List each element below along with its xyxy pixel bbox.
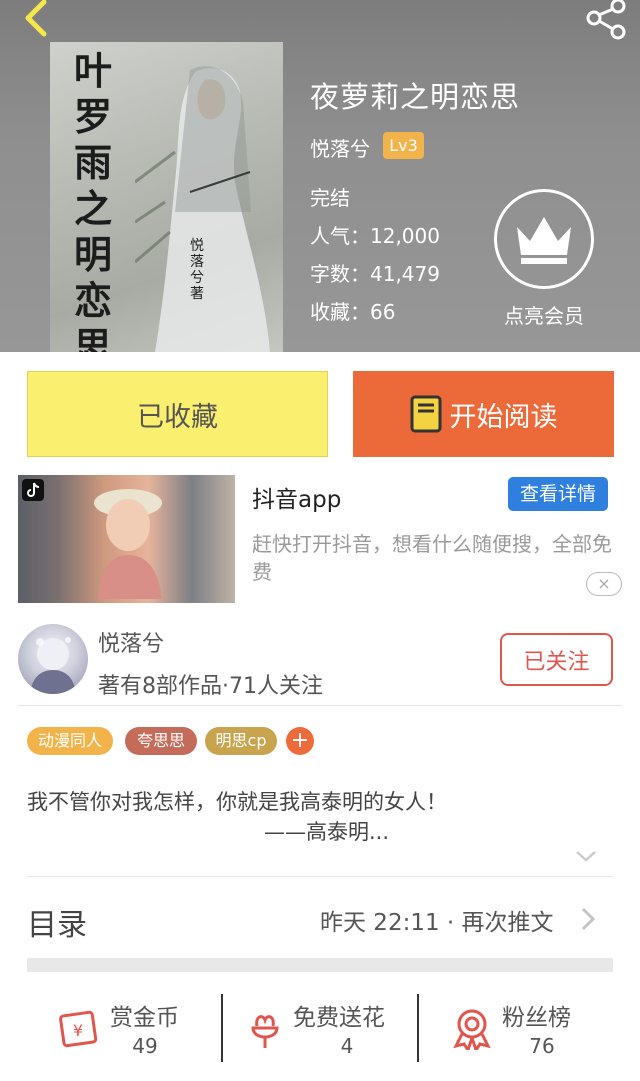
ad-person-illustration xyxy=(94,489,162,599)
medal-icon xyxy=(453,1009,491,1050)
fan-ranking-button[interactable]: 粉丝榜 76 xyxy=(450,994,620,1064)
tag-kuasisi[interactable]: 夸思思 xyxy=(125,727,197,755)
tag-mingsi-cp[interactable]: 明思cp xyxy=(205,727,277,755)
reward-coins-button[interactable]: ¥ 赏金币 49 xyxy=(56,994,206,1064)
add-tag-button[interactable]: + xyxy=(286,727,314,755)
author-card-stats: 著有8部作品·71人关注 xyxy=(98,674,323,699)
catalog-update[interactable]: 昨天 22:11 · 再次推文 xyxy=(320,903,554,937)
stat-value: 76 xyxy=(529,1034,555,1058)
book-cover[interactable]: 叶罗雨之明恋思 悦落兮著 xyxy=(50,42,283,352)
cover-title: 叶罗雨之明恋思 xyxy=(74,48,113,352)
book-word-count: 字数：41,479 xyxy=(310,262,440,286)
chevron-down-icon[interactable] xyxy=(574,848,598,864)
follow-label: 已关注 xyxy=(523,649,590,675)
send-flowers-button[interactable]: 免费送花 4 xyxy=(243,994,408,1064)
divider xyxy=(417,994,419,1062)
ad-description: 赶快打开抖音，想看什么随便搜，全部免费 xyxy=(252,532,612,584)
collect-label: 已收藏 xyxy=(137,401,218,433)
divider xyxy=(221,994,223,1062)
cover-illustration xyxy=(135,66,270,352)
share-icon[interactable] xyxy=(582,0,630,40)
back-arrow-icon[interactable] xyxy=(14,0,54,40)
collect-button[interactable]: 已收藏 xyxy=(27,371,328,457)
start-reading-button[interactable]: 开始阅读 xyxy=(353,371,614,457)
stat-label: 粉丝榜 xyxy=(502,1005,571,1031)
stat-value: 4 xyxy=(340,1034,354,1058)
book-status: 完结 xyxy=(310,186,350,210)
ad-detail-button[interactable]: 查看详情 xyxy=(508,477,608,511)
crown-icon xyxy=(517,217,571,264)
catalog-title[interactable]: 目录 xyxy=(27,900,87,944)
red-envelope-icon: ¥ xyxy=(59,1010,98,1048)
intro-quote: ——高泰明... xyxy=(264,820,390,844)
ad-image[interactable] xyxy=(18,475,235,603)
flower-icon xyxy=(251,1015,279,1048)
avatar[interactable] xyxy=(18,624,88,694)
book-popularity: 人气：12,000 xyxy=(310,224,440,248)
stat-label: 赏金币 xyxy=(110,1005,179,1031)
tiktok-logo-icon xyxy=(22,479,44,501)
book-header: 叶罗雨之明恋思 悦落兮著 夜萝莉之明恋思 悦落兮 Lv3 完结 人气：12,00… xyxy=(0,0,640,352)
book-title: 夜萝莉之明恋思 xyxy=(310,80,521,114)
start-reading-label: 开始阅读 xyxy=(449,401,558,433)
cover-author: 悦落兮著 xyxy=(190,238,204,302)
stat-label: 免费送花 xyxy=(293,1005,385,1031)
book-icon xyxy=(410,395,441,433)
author-name[interactable]: 悦落兮 xyxy=(310,133,370,162)
avatar-illustration xyxy=(30,637,76,694)
ad-close-button[interactable]: × xyxy=(586,572,622,596)
vip-label[interactable]: 点亮会员 xyxy=(480,300,608,329)
level-badge: Lv3 xyxy=(383,132,424,159)
book-favorites: 收藏：66 xyxy=(310,300,396,324)
vip-button[interactable] xyxy=(494,189,594,289)
intro-text: 我不管你对我怎样，你就是我高泰明的女人！ xyxy=(27,790,447,814)
stat-value: 49 xyxy=(132,1034,158,1058)
author-card-name[interactable]: 悦落兮 xyxy=(98,626,164,658)
ad-title[interactable]: 抖音app xyxy=(252,480,341,514)
tag-anime[interactable]: 动漫同人 xyxy=(27,727,113,755)
follow-button[interactable]: 已关注 xyxy=(500,633,613,686)
chevron-right-icon[interactable] xyxy=(580,906,596,932)
divider xyxy=(18,705,622,706)
svg-text:¥: ¥ xyxy=(73,1021,83,1040)
divider xyxy=(27,876,613,877)
section-separator xyxy=(27,958,613,972)
